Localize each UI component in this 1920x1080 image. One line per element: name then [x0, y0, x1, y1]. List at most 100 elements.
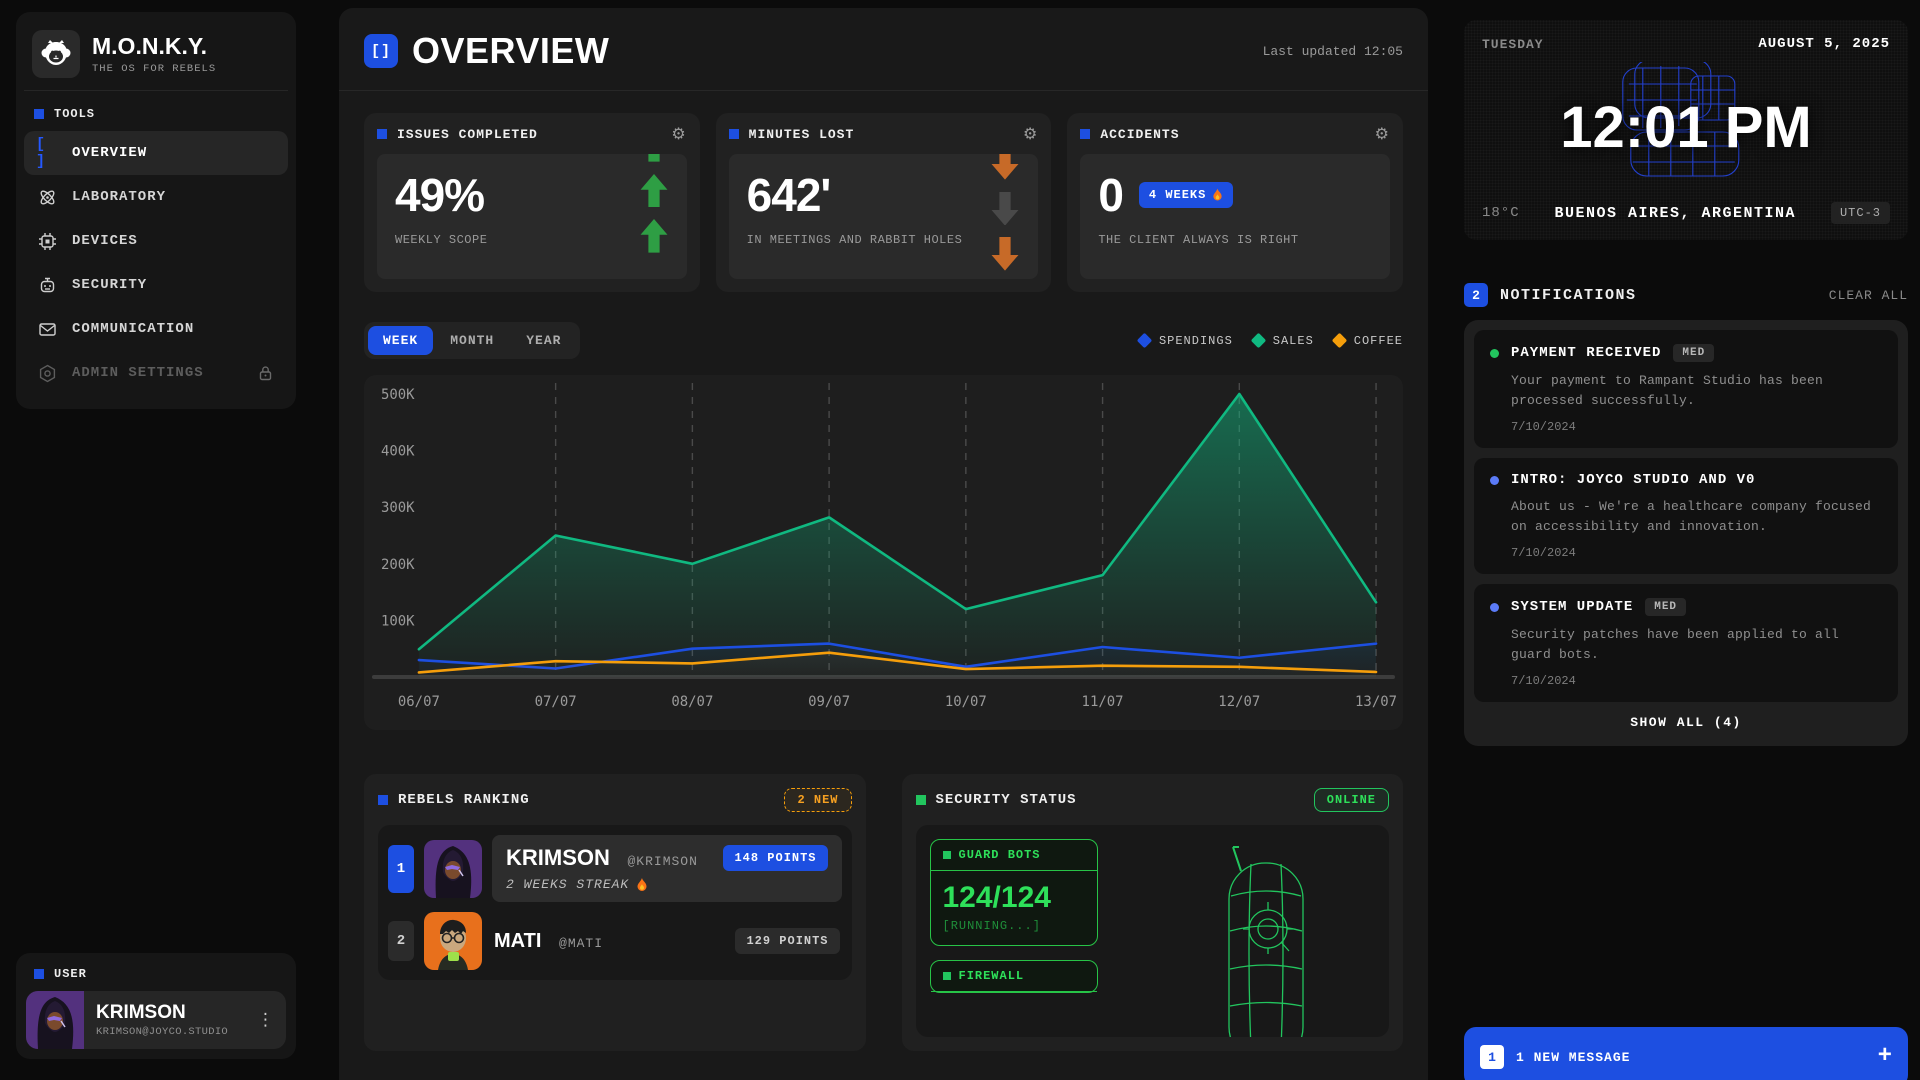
rebels-ranking-section: REBELS RANKING 2 NEW 1: [364, 774, 866, 1051]
green-square-icon: [916, 795, 926, 805]
notification-date: 7/10/2024: [1490, 674, 1882, 688]
clock-date: AUGUST 5, 2025: [1758, 36, 1890, 52]
brackets-badge-icon: []: [364, 34, 398, 68]
stat-card-minutes: MINUTES LOST ⚙ 642' IN MEETINGS AND RABB…: [716, 113, 1052, 292]
ranking-row-1[interactable]: 1 KRIMS: [388, 835, 842, 902]
user-email: KRIMSON@JOYCO.STUDIO: [96, 1026, 233, 1038]
svg-text:10/07: 10/07: [945, 694, 987, 710]
envelope-icon: [36, 320, 58, 339]
sidebar-user-section: USER KRIMSON KRIMSON@JOYCO.STUDIO ⋮: [16, 953, 296, 1059]
svg-text:11/07: 11/07: [1082, 694, 1124, 710]
kebab-menu-icon[interactable]: ⋮: [245, 1010, 286, 1030]
notification-count-badge: 2: [1464, 283, 1488, 307]
notification-item[interactable]: PAYMENT RECEIVED MED Your payment to Ram…: [1474, 330, 1898, 448]
legend-spendings[interactable]: SPENDINGS: [1139, 334, 1233, 348]
notification-item[interactable]: SYSTEM UPDATE MED Security patches have …: [1474, 584, 1898, 702]
notifications-title: NOTIFICATIONS: [1500, 287, 1637, 304]
points-badge: 148 POINTS: [723, 845, 827, 871]
blue-square-icon: [377, 129, 387, 139]
tools-section-label: TOOLS: [34, 107, 288, 121]
security-status-section: SECURITY STATUS ONLINE GUARD BOTS 124/12…: [902, 774, 1404, 1051]
rank-badge: 2: [388, 921, 414, 961]
stat-value: 49%: [395, 170, 669, 221]
stat-value: 642': [747, 170, 1021, 221]
sidebar: M.O.N.K.Y. THE OS FOR REBELS TOOLS [ ] O…: [16, 12, 296, 409]
rebel-name: MATI: [494, 930, 541, 952]
clock-temperature: 18°C: [1482, 205, 1520, 221]
svg-text:300K: 300K: [381, 500, 415, 516]
green-square-icon: [943, 851, 951, 859]
user-section-label: USER: [34, 967, 286, 981]
page-header: [] OVERVIEW Last updated 12:05: [339, 8, 1428, 91]
rebel-handle: @MATI: [559, 936, 603, 951]
tab-week[interactable]: WEEK: [368, 326, 433, 355]
tab-year[interactable]: YEAR: [511, 326, 576, 355]
diamond-icon: [1250, 333, 1266, 349]
sidebar-item-laboratory[interactable]: LABORATORY: [24, 175, 288, 219]
new-message-bar[interactable]: 1 1 NEW MESSAGE +: [1464, 1027, 1908, 1080]
lock-icon: [254, 365, 276, 381]
stat-title: ACCIDENTS: [1100, 127, 1179, 142]
message-count-badge: 1: [1480, 1045, 1504, 1069]
stat-title: MINUTES LOST: [749, 127, 855, 142]
user-card[interactable]: KRIMSON KRIMSON@JOYCO.STUDIO ⋮: [26, 991, 286, 1049]
gear-icon[interactable]: ⚙: [1023, 126, 1038, 142]
gear-icon[interactable]: ⚙: [671, 126, 686, 142]
plus-icon[interactable]: +: [1878, 1045, 1892, 1069]
stats-row: ISSUES COMPLETED ⚙ 49% WEEKLY SCOPE MINU…: [364, 113, 1403, 292]
avatar: [424, 912, 482, 970]
notification-body: Your payment to Rampant Studio has been …: [1490, 371, 1882, 410]
trend-up-arrows-icon: [637, 154, 671, 253]
guard-bots-status: [RUNNING...]: [931, 919, 1097, 945]
trend-down-arrows-icon: [988, 154, 1022, 271]
svg-text:08/07: 08/07: [671, 694, 713, 710]
gear-hex-icon: [36, 364, 58, 383]
rebel-streak: 2 WEEKS STREAK: [506, 877, 698, 892]
svg-text:100K: 100K: [381, 613, 415, 629]
legend-sales[interactable]: SALES: [1253, 334, 1314, 348]
app-logo: M.O.N.K.Y. THE OS FOR REBELS: [24, 22, 288, 91]
chip-icon: [36, 232, 58, 251]
firewall-card: FIREWALL: [930, 960, 1098, 993]
notification-item[interactable]: INTRO: JOYCO STUDIO AND V0 About us - We…: [1474, 458, 1898, 574]
tab-month[interactable]: MONTH: [435, 326, 509, 355]
rebel-handle: @KRIMSON: [628, 854, 698, 869]
chart-controls: WEEK MONTH YEAR SPENDINGS SALES COFFEE: [364, 322, 1403, 359]
flame-icon: [1212, 188, 1223, 202]
clock-location: BUENOS AIRES, ARGENTINA: [1555, 205, 1797, 222]
notifications-widget: 2 NOTIFICATIONS CLEAR ALL PAYMENT RECEIV…: [1464, 283, 1908, 746]
clear-all-button[interactable]: CLEAR ALL: [1829, 288, 1908, 303]
priority-badge: MED: [1673, 344, 1714, 362]
status-dot-icon: [1490, 349, 1499, 358]
show-all-button[interactable]: SHOW ALL (4): [1474, 702, 1898, 736]
stat-title: ISSUES COMPLETED: [397, 127, 538, 142]
message-label: 1 NEW MESSAGE: [1516, 1050, 1630, 1065]
sidebar-item-devices[interactable]: DEVICES: [24, 219, 288, 263]
blue-square-icon: [34, 969, 44, 979]
sidebar-item-overview[interactable]: [ ] OVERVIEW: [24, 131, 288, 175]
online-badge: ONLINE: [1314, 788, 1389, 812]
stat-subtitle: THE CLIENT ALWAYS IS RIGHT: [1098, 233, 1372, 247]
sidebar-item-security[interactable]: SECURITY: [24, 263, 288, 307]
avatar: [424, 840, 482, 898]
blue-square-icon: [378, 795, 388, 805]
robot-icon: [36, 276, 58, 295]
priority-badge: MED: [1645, 598, 1686, 616]
legend-coffee[interactable]: COFFEE: [1334, 334, 1403, 348]
notification-date: 7/10/2024: [1490, 420, 1882, 434]
stat-subtitle: WEEKLY SCOPE: [395, 233, 669, 247]
clock-time: 12:01 PM: [1560, 94, 1811, 161]
status-dot-icon: [1490, 603, 1499, 612]
guard-bots-count: 124/124: [931, 871, 1097, 919]
rank-badge: 1: [388, 845, 414, 893]
area-chart[interactable]: 100K200K300K400K500K06/0707/0708/0709/07…: [364, 375, 1403, 730]
blue-square-icon: [1080, 129, 1090, 139]
section-title: SECURITY STATUS: [936, 792, 1077, 808]
atom-icon: [36, 188, 58, 207]
stat-value: 0: [1098, 170, 1123, 221]
sidebar-item-communication[interactable]: COMMUNICATION: [24, 307, 288, 351]
chart-legend: SPENDINGS SALES COFFEE: [1139, 334, 1403, 348]
ranking-row-2[interactable]: 2: [388, 912, 842, 970]
sidebar-item-admin-settings[interactable]: ADMIN SETTINGS: [24, 351, 288, 395]
gear-icon[interactable]: ⚙: [1375, 126, 1390, 142]
